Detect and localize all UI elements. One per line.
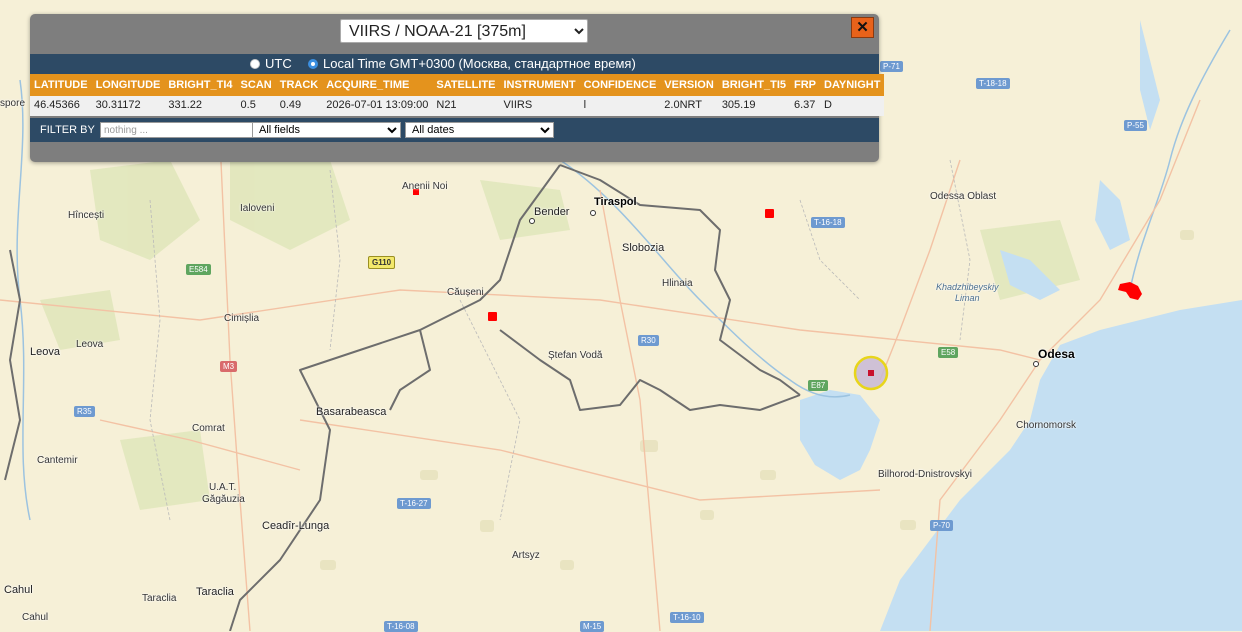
road-shield-p71: P-71 <box>880 61 903 72</box>
place-label-ceadir-lunga: Ceadîr-Lunga <box>262 520 330 532</box>
table-cell: 2026-07-01 13:09:00 <box>322 96 433 116</box>
table-row[interactable]: 46.45366 30.31172 331.22 0.5 0.49 2026-0… <box>30 96 885 116</box>
fire-hotspot[interactable] <box>488 312 497 321</box>
place-label-leova: Leova <box>30 346 60 358</box>
detections-table: LATITUDE LONGITUDE BRIGHT_TI4 SCAN TRACK… <box>30 74 885 116</box>
place-marker <box>590 210 596 216</box>
road-shield-p70: P-70 <box>930 520 953 531</box>
lake-label-line2: Liman <box>955 293 980 303</box>
place-label-comrat: Comrat <box>192 423 225 434</box>
road-shield-p55: P-55 <box>1124 120 1147 131</box>
place-label-cahul: Cahul <box>4 584 33 596</box>
place-label-ialoveni: Ialoveni <box>240 203 275 214</box>
place-label-cimislia: Cimișlia <box>224 313 259 324</box>
col-header[interactable]: CONFIDENCE <box>579 74 661 96</box>
road-shield-m15: M-15 <box>580 621 605 632</box>
table-cell: 6.37 <box>790 96 820 116</box>
table-cell: 46.45366 <box>30 96 92 116</box>
filter-bar: FILTER BY All fields All dates <box>30 118 879 142</box>
col-header[interactable]: TRACK <box>275 74 323 96</box>
place-label-hincesti: Hîncești <box>68 210 105 221</box>
col-header[interactable]: LONGITUDE <box>91 74 165 96</box>
road-shield-m3: M3 <box>220 361 238 372</box>
place-label-causeni: Căușeni <box>447 287 484 298</box>
filter-label: FILTER BY <box>40 124 95 136</box>
fire-data-panel: VIIRS / NOAA-21 [375m] ✕ UTC Local Time … <box>30 14 885 162</box>
place-label-uat: U.A.T. <box>209 482 237 493</box>
lake-label-line1: Khadzhibeyskiy <box>936 282 999 292</box>
table-cell: 305.19 <box>717 96 790 116</box>
col-header[interactable]: FRP <box>790 74 820 96</box>
table-cell: 331.22 <box>164 96 237 116</box>
col-header[interactable]: VERSION <box>660 74 718 96</box>
place-label-bender: Bender <box>534 206 570 218</box>
road-shield-e58: E58 <box>938 347 959 358</box>
place-label-odesa: Odesa <box>1038 347 1075 361</box>
col-header[interactable]: ACQUIRE_TIME <box>322 74 433 96</box>
detections-table-wrap: LATITUDE LONGITUDE BRIGHT_TI4 SCAN TRACK… <box>30 74 885 116</box>
road-shield-t1618b: T-16-18 <box>811 217 845 228</box>
col-header[interactable]: LATITUDE <box>30 74 92 96</box>
road-shield-t1618a: T-18-18 <box>976 78 1010 89</box>
road-shield-r30: R30 <box>638 335 659 346</box>
time-mode-bar: UTC Local Time GMT+0300 (Москва, стандар… <box>30 54 879 74</box>
utc-radio[interactable]: UTC <box>250 56 292 71</box>
utc-radio-label[interactable]: UTC <box>265 56 292 71</box>
road-shield-e584: E584 <box>186 264 211 275</box>
place-label-artsyz: Artsyz <box>512 550 540 561</box>
place-label-cahul-2: Cahul <box>22 612 49 623</box>
table-cell: D <box>820 96 885 116</box>
local-time-radio[interactable]: Local Time GMT+0300 (Москва, стандартное… <box>308 56 636 71</box>
road-shield-r35: R35 <box>74 406 95 417</box>
table-cell: 0.5 <box>236 96 276 116</box>
fire-hotspot[interactable] <box>765 209 774 218</box>
col-header[interactable]: DAYNIGHT <box>820 74 885 96</box>
table-cell: l <box>579 96 661 116</box>
field-select[interactable]: All fields <box>252 122 401 138</box>
road-shield-e87: E87 <box>808 380 829 391</box>
selected-hotspot[interactable] <box>868 370 874 376</box>
table-cell: VIIRS <box>499 96 580 116</box>
col-header[interactable]: BRIGHT_TI4 <box>164 74 237 96</box>
close-button[interactable]: ✕ <box>851 17 874 38</box>
place-label-odesa-oblast: Odessa Oblast <box>930 191 997 202</box>
col-header[interactable]: BRIGHT_TI5 <box>717 74 790 96</box>
date-select[interactable]: All dates <box>405 122 554 138</box>
place-label-leova-2: Leova <box>76 339 104 350</box>
col-header[interactable]: SATELLITE <box>432 74 500 96</box>
road-shield-t1627: T-16-27 <box>397 498 431 509</box>
place-label-stefan-voda: Ștefan Vodă <box>548 350 603 361</box>
place-label-tiraspol: Tiraspol <box>594 196 637 208</box>
utc-radio-circle[interactable] <box>250 58 260 69</box>
local-time-radio-label[interactable]: Local Time GMT+0300 (Москва, стандартное… <box>323 56 636 71</box>
place-marker <box>529 218 535 224</box>
place-marker <box>1033 361 1039 367</box>
place-label-slobozia: Slobozia <box>622 242 665 254</box>
place-label-cantemir: Cantemir <box>37 455 78 466</box>
place-label-taraclia: Taraclia <box>142 593 177 604</box>
col-header[interactable]: SCAN <box>236 74 276 96</box>
place-label-hlinaia: Hlinaia <box>662 278 693 289</box>
place-label-basarabeasca: Basarabeasca <box>316 406 387 418</box>
place-label-taraclia-2: Taraclia <box>196 586 234 598</box>
local-time-radio-circle[interactable] <box>308 58 318 69</box>
sensor-select[interactable]: VIIRS / NOAA-21 [375m] <box>340 19 588 43</box>
table-cell: N21 <box>432 96 500 116</box>
place-label-bilhorod: Bilhorod-Dnistrovskyi <box>878 469 972 480</box>
place-label-anenii-noi: Anenii Noi <box>402 181 448 192</box>
road-shield-t1608: T-16-08 <box>384 621 418 632</box>
table-header-row: LATITUDE LONGITUDE BRIGHT_TI4 SCAN TRACK… <box>30 74 885 96</box>
place-label-gagauzia: Găgăuzia <box>202 494 245 505</box>
place-label-chornomorsk: Chornomorsk <box>1016 420 1077 431</box>
table-cell: 30.31172 <box>91 96 165 116</box>
table-cell: 2.0NRT <box>660 96 718 116</box>
col-header[interactable]: INSTRUMENT <box>499 74 580 96</box>
place-label-spore: spore <box>0 98 26 109</box>
filter-input[interactable] <box>100 122 254 138</box>
lake-label: Khadzhibeyskiy Liman <box>936 282 999 304</box>
road-shield-g110: G110 <box>368 256 396 269</box>
road-shield-t1610: T-16-10 <box>670 612 704 623</box>
table-cell: 0.49 <box>275 96 323 116</box>
